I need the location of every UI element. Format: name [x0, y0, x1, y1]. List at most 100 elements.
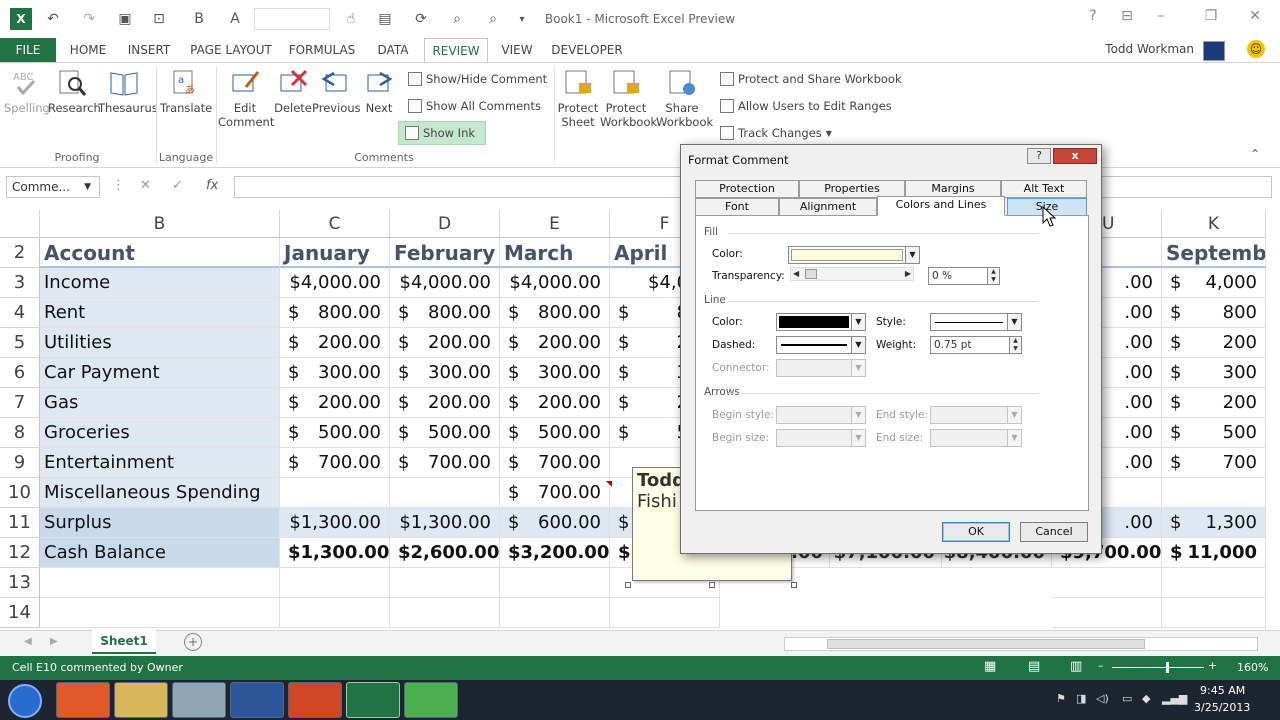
header-cell[interactable]: March — [500, 238, 610, 268]
value-cell[interactable]: $500.00 — [390, 418, 500, 448]
account-cell[interactable]: Groceries — [40, 418, 280, 448]
value-cell[interactable]: $700.00 — [390, 448, 500, 478]
resize-handle[interactable] — [791, 582, 797, 588]
normal-view-icon[interactable]: ▦ — [984, 659, 996, 674]
empty-cell[interactable] — [280, 568, 390, 598]
edit-comment-button[interactable]: Edit Comment — [218, 69, 274, 129]
delete-comment-button[interactable]: Delete — [274, 69, 312, 115]
account-cell[interactable]: Cash Balance — [40, 538, 280, 568]
row-header[interactable]: 9 — [0, 448, 40, 478]
value-cell[interactable] — [1162, 478, 1266, 508]
value-cell[interactable]: $200 — [1162, 388, 1266, 418]
value-cell[interactable]: $700.00 — [280, 448, 390, 478]
account-cell[interactable]: Miscellaneous Spending — [40, 478, 280, 508]
value-cell[interactable]: $300.00 — [390, 358, 500, 388]
value-cell[interactable]: $300.00 — [280, 358, 390, 388]
taskbar-app-icon[interactable] — [404, 682, 458, 718]
empty-cell[interactable] — [1052, 598, 1162, 628]
tab-protection[interactable]: Protection — [695, 180, 799, 198]
row-header[interactable]: 4 — [0, 298, 40, 328]
spinner-arrows-icon[interactable]: ▲ ▼ — [987, 268, 999, 284]
value-cell[interactable]: $2,600.00 — [390, 538, 500, 568]
row-header[interactable]: 7 — [0, 388, 40, 418]
protect-workbook-button[interactable]: Protect Workbook — [600, 69, 657, 129]
taskbar-word-icon[interactable] — [230, 682, 284, 718]
allow-users-edit-ranges-button[interactable]: Allow Users to Edit Ranges — [720, 96, 892, 116]
empty-cell[interactable] — [1052, 568, 1162, 598]
empty-cell[interactable] — [610, 598, 720, 628]
empty-cell[interactable] — [40, 568, 280, 598]
tray-network-icon[interactable]: ◨ — [1076, 692, 1086, 705]
start-button[interactable] — [8, 684, 42, 718]
column-header-k[interactable]: K — [1162, 210, 1266, 238]
empty-cell[interactable] — [40, 598, 280, 628]
account-cell[interactable]: Car Payment — [40, 358, 280, 388]
value-cell[interactable]: $1,300.00 — [280, 538, 390, 568]
value-cell[interactable]: $200.00 — [390, 328, 500, 358]
collapse-ribbon-icon[interactable]: ⌃ — [1250, 147, 1260, 161]
zoom-slider-thumb[interactable] — [1166, 662, 1169, 673]
research-button[interactable]: Research — [48, 69, 101, 115]
account-cell[interactable]: Gas — [40, 388, 280, 418]
tray-power-icon[interactable]: ▭ — [1122, 692, 1132, 705]
slider-thumb[interactable] — [805, 269, 817, 279]
minimize-icon[interactable]: – — [1148, 8, 1174, 30]
resize-handle[interactable] — [709, 582, 715, 588]
taskbar-explorer-icon[interactable] — [114, 682, 168, 718]
tab-font[interactable]: Font — [695, 198, 779, 216]
ok-button[interactable]: OK — [942, 522, 1010, 542]
zoom-slider[interactable] — [1112, 667, 1204, 668]
value-cell[interactable]: $200.00 — [500, 388, 610, 418]
value-cell[interactable]: $4,000.00 — [500, 268, 610, 298]
tab-formulas[interactable]: FORMULAS — [284, 38, 360, 62]
tab-home[interactable]: HOME — [62, 38, 114, 62]
tab-page-layout[interactable]: PAGE LAYOUT — [186, 38, 276, 62]
header-cell[interactable]: January — [280, 238, 390, 268]
smiley-feedback-icon[interactable]: ☺ — [1247, 40, 1265, 58]
row-header[interactable]: 11 — [0, 508, 40, 538]
previous-comment-button[interactable]: Previous — [312, 69, 361, 115]
column-header-e[interactable]: E — [500, 210, 610, 238]
sheet-tab-sheet1[interactable]: Sheet1 — [92, 630, 156, 654]
dashed-combo[interactable]: ▼ — [776, 336, 866, 354]
value-cell[interactable]: $4,000.00 — [280, 268, 390, 298]
row-header[interactable]: 2 — [0, 238, 40, 268]
begin-size-combo[interactable]: ▼ — [776, 429, 866, 447]
transparency-spinner[interactable]: 0 % ▲ ▼ — [928, 267, 1000, 285]
protect-share-workbook-button[interactable]: Protect and Share Workbook — [720, 69, 902, 89]
scroll-sheets-right-icon[interactable]: ▶ — [50, 636, 58, 647]
empty-cell[interactable] — [500, 598, 610, 628]
value-cell[interactable]: $200.00 — [390, 388, 500, 418]
value-cell[interactable]: $500.00 — [500, 418, 610, 448]
line-color-combo[interactable]: ▼ — [776, 313, 866, 331]
empty-cell[interactable] — [500, 568, 610, 598]
scroll-sheets-left-icon[interactable]: ◀ — [24, 636, 32, 647]
tray-signal-icon[interactable]: ▂▄▆ — [1162, 692, 1187, 705]
share-workbook-button[interactable]: Share Workbook — [656, 69, 713, 129]
row-header[interactable]: 5 — [0, 328, 40, 358]
tab-insert[interactable]: INSERT — [122, 38, 176, 62]
empty-cell[interactable] — [390, 598, 500, 628]
page-layout-view-icon[interactable]: ▤ — [1028, 659, 1040, 674]
tab-file[interactable]: FILE — [0, 38, 56, 62]
taskbar-calculator-icon[interactable] — [172, 682, 226, 718]
value-cell[interactable]: $1,300 — [1162, 508, 1266, 538]
scrollbar-thumb[interactable] — [827, 639, 1145, 649]
value-cell[interactable]: $700.00 — [500, 448, 610, 478]
tab-view[interactable]: VIEW — [494, 38, 540, 62]
value-cell[interactable] — [390, 478, 500, 508]
show-ink-button[interactable]: Show Ink — [398, 121, 486, 145]
empty-cell[interactable] — [1162, 598, 1266, 628]
column-header-d[interactable]: D — [390, 210, 500, 238]
page-break-view-icon[interactable]: ▥ — [1070, 659, 1082, 674]
spinner-arrows-icon[interactable]: ▲ ▼ — [1009, 337, 1021, 353]
value-cell[interactable]: $500.00 — [280, 418, 390, 448]
value-cell[interactable]: $800.00 — [280, 298, 390, 328]
thesaurus-button[interactable]: Thesaurus — [98, 69, 158, 115]
header-cell[interactable]: Septemb — [1162, 238, 1266, 268]
empty-cell[interactable] — [280, 598, 390, 628]
weight-spinner[interactable]: 0.75 pt ▲ ▼ — [930, 336, 1022, 354]
column-header-b[interactable]: B — [40, 210, 280, 238]
select-all-corner[interactable] — [0, 210, 40, 238]
enter-icon[interactable]: ✓ — [172, 178, 183, 193]
